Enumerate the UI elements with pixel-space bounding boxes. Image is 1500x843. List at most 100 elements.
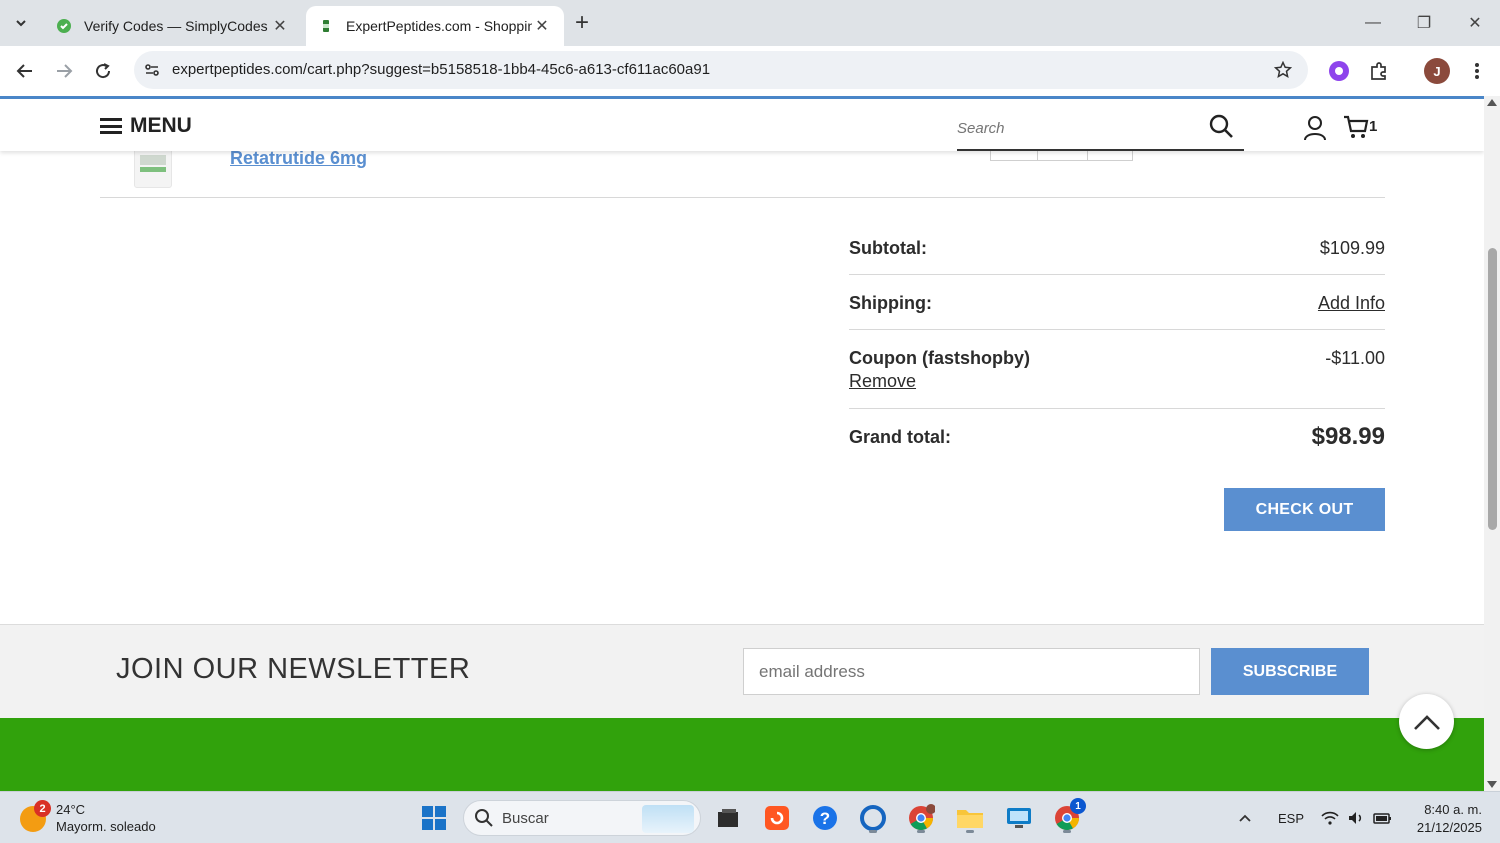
taskbar-app-chrome[interactable]: 1 bbox=[1049, 798, 1086, 836]
help-icon: ? bbox=[813, 806, 837, 830]
chrome-icon bbox=[909, 804, 935, 831]
taskbar-app-remote[interactable] bbox=[1001, 800, 1037, 836]
subtotal-label: Subtotal: bbox=[849, 238, 927, 258]
site-footer bbox=[0, 718, 1484, 791]
taskbar-app-orange[interactable] bbox=[759, 800, 795, 836]
bookmark-star-icon[interactable] bbox=[1272, 59, 1294, 81]
terminal-app-icon bbox=[718, 809, 738, 827]
checkout-button[interactable]: CHECK OUT bbox=[1224, 488, 1385, 531]
subtotal-value: $109.99 bbox=[1319, 238, 1385, 258]
subtotal-row: Subtotal: $109.99 bbox=[849, 220, 1385, 275]
cart-totals: Subtotal: $109.99 Shipping: Add Info Cou… bbox=[849, 220, 1385, 469]
battery-icon[interactable] bbox=[1371, 800, 1395, 836]
address-bar[interactable]: expertpeptides.com/cart.php?suggest=b515… bbox=[134, 51, 1308, 89]
start-button[interactable] bbox=[416, 800, 452, 836]
orange-app-icon bbox=[765, 806, 789, 830]
taskbar-app-terminal[interactable] bbox=[710, 800, 746, 836]
windows-taskbar: 2 24°C Mayorm. soleado Buscar ? 1 ESP 8:… bbox=[0, 791, 1500, 843]
coupon-label: Coupon (fastshopby) bbox=[849, 348, 1030, 368]
add-shipping-info-link[interactable]: Add Info bbox=[1318, 293, 1385, 314]
folder-icon bbox=[957, 810, 983, 828]
site-search-input[interactable] bbox=[957, 115, 1197, 141]
browser-toolbar: expertpeptides.com/cart.php?suggest=b515… bbox=[0, 46, 1500, 96]
account-icon[interactable] bbox=[1303, 115, 1327, 141]
search-icon bbox=[475, 809, 493, 827]
taskbar-app-chrome-profile[interactable] bbox=[903, 800, 939, 836]
coupon-value: -$11.00 bbox=[1325, 348, 1385, 368]
profile-avatar[interactable]: J bbox=[1424, 58, 1450, 84]
expertpeptides-favicon-icon bbox=[318, 18, 334, 34]
reload-button[interactable] bbox=[88, 56, 118, 86]
tab-title: ExpertPeptides.com - Shopping bbox=[346, 18, 532, 34]
simplycodes-favicon-icon bbox=[56, 18, 72, 34]
minimize-window-icon[interactable]: — bbox=[1358, 10, 1388, 36]
scroll-up-arrow-icon[interactable] bbox=[1487, 99, 1497, 106]
grand-total-row: Grand total: $98.99 bbox=[849, 409, 1385, 469]
taskbar-app-browser-blue[interactable] bbox=[855, 800, 891, 836]
search-highlight-image bbox=[642, 805, 694, 833]
weather-temperature: 24°C bbox=[56, 802, 86, 817]
scrollbar-thumb[interactable] bbox=[1488, 248, 1497, 530]
menu-button[interactable]: MENU bbox=[100, 114, 192, 138]
product-name-link[interactable]: Retatrutide 6mg bbox=[230, 148, 367, 169]
system-clock[interactable]: 8:40 a. m. 21/12/2025 bbox=[1408, 801, 1482, 837]
more-menu-icon[interactable] bbox=[1464, 58, 1490, 84]
cart-count: 1 bbox=[1369, 118, 1378, 135]
close-tab-icon[interactable]: ✕ bbox=[270, 16, 290, 36]
newsletter-email-input[interactable] bbox=[743, 648, 1200, 695]
tray-overflow-chevron-icon[interactable] bbox=[1230, 800, 1260, 836]
site-header: MENU 1 bbox=[0, 96, 1484, 151]
wifi-icon[interactable] bbox=[1318, 800, 1342, 836]
volume-icon[interactable] bbox=[1344, 800, 1368, 836]
shipping-label: Shipping: bbox=[849, 293, 932, 313]
back-button[interactable] bbox=[10, 56, 40, 86]
windows-logo-icon bbox=[422, 806, 446, 830]
close-window-icon[interactable]: ✕ bbox=[1460, 10, 1490, 36]
chevron-down-icon bbox=[16, 20, 26, 27]
tab-expertpeptides[interactable]: ExpertPeptides.com - Shopping ✕ bbox=[306, 6, 564, 46]
forward-button[interactable] bbox=[49, 56, 79, 86]
page-scrollbar[interactable] bbox=[1484, 96, 1500, 791]
close-tab-icon[interactable]: ✕ bbox=[532, 16, 552, 36]
subscribe-button[interactable]: SUBSCRIBE bbox=[1211, 648, 1369, 695]
cart-icon[interactable] bbox=[1343, 114, 1369, 140]
taskbar-search[interactable]: Buscar bbox=[463, 800, 701, 836]
shipping-row: Shipping: Add Info bbox=[849, 275, 1385, 330]
clock-time: 8:40 a. m. bbox=[1424, 802, 1482, 817]
grand-total-value: $98.99 bbox=[1311, 423, 1385, 450]
clock-date: 21/12/2025 bbox=[1416, 820, 1482, 835]
extensions-puzzle-icon[interactable] bbox=[1366, 58, 1392, 84]
hamburger-icon bbox=[100, 118, 122, 134]
coupon-row: Coupon (fastshopby) -$11.00 Remove bbox=[849, 330, 1385, 409]
newsletter-section: JOIN OUR NEWSLETTER SUBSCRIBE bbox=[0, 624, 1484, 718]
browser-blue-icon bbox=[860, 805, 886, 831]
newsletter-title: JOIN OUR NEWSLETTER bbox=[116, 653, 471, 685]
taskbar-search-label: Buscar bbox=[502, 810, 549, 827]
reload-icon bbox=[96, 63, 111, 79]
site-search bbox=[957, 109, 1244, 151]
arrow-left-icon bbox=[16, 64, 32, 78]
arrow-right-icon bbox=[57, 64, 73, 78]
svg-text:?: ? bbox=[820, 809, 830, 828]
url-text: expertpeptides.com/cart.php?suggest=b515… bbox=[172, 61, 711, 78]
input-language[interactable]: ESP bbox=[1278, 811, 1304, 826]
site-settings-icon[interactable] bbox=[142, 60, 162, 80]
weather-condition: Mayorm. soleado bbox=[56, 819, 156, 834]
grand-total-label: Grand total: bbox=[849, 427, 951, 447]
taskbar-app-file-explorer[interactable] bbox=[952, 800, 988, 836]
restore-window-icon[interactable]: ❐ bbox=[1409, 10, 1439, 36]
browser-tab-strip: Verify Codes — SimplyCodes ✕ ExpertPepti… bbox=[0, 0, 1500, 46]
tab-search-button[interactable] bbox=[6, 8, 36, 38]
taskbar-app-help[interactable]: ? bbox=[807, 800, 843, 836]
remove-coupon-link[interactable]: Remove bbox=[849, 371, 916, 392]
chrome-badge: 1 bbox=[1070, 798, 1086, 814]
new-tab-button[interactable]: + bbox=[568, 9, 596, 37]
chevron-up-icon bbox=[1413, 714, 1440, 730]
page-viewport: MENU 1 Retatrutide 6mg Subtotal: $109.99… bbox=[0, 96, 1484, 791]
scroll-down-arrow-icon[interactable] bbox=[1487, 781, 1497, 788]
search-icon[interactable] bbox=[1208, 113, 1234, 139]
extension-purple-icon[interactable] bbox=[1326, 58, 1352, 84]
back-to-top-button[interactable] bbox=[1399, 694, 1454, 749]
weather-widget[interactable]: 2 24°C Mayorm. soleado bbox=[20, 800, 200, 838]
tab-simplycodes[interactable]: Verify Codes — SimplyCodes ✕ bbox=[44, 6, 302, 46]
